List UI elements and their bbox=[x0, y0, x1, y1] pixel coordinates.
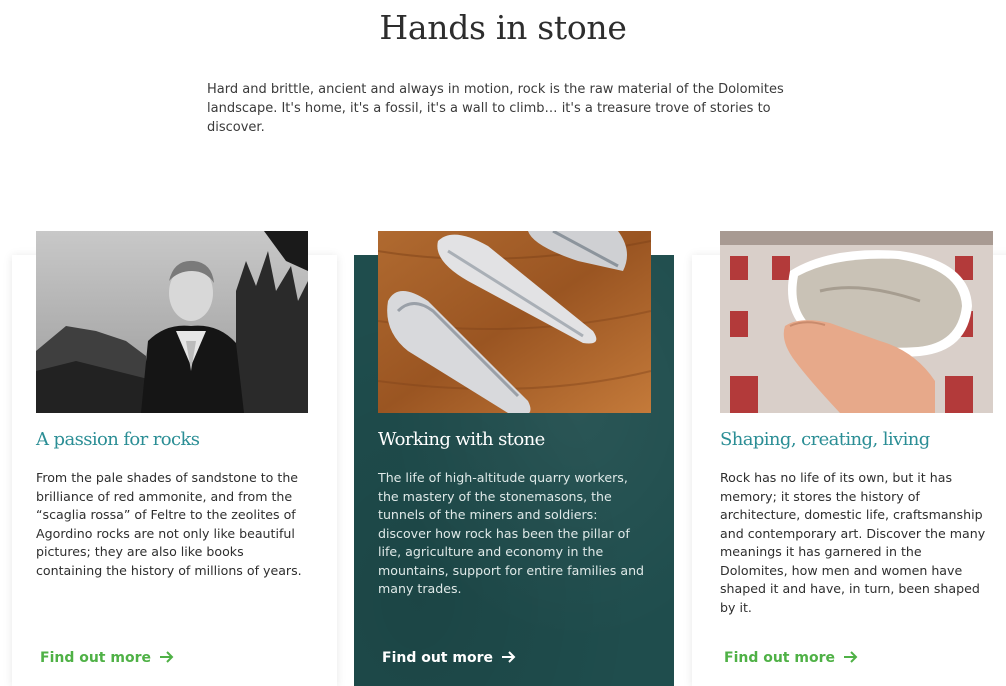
card-title-passion-for-rocks: A passion for rocks bbox=[36, 429, 200, 450]
card-title-shaping-creating-living: Shaping, creating, living bbox=[720, 429, 930, 450]
find-out-more-link-working-with-stone[interactable]: Find out more bbox=[382, 650, 516, 668]
card-image-stone-slabs bbox=[378, 231, 651, 413]
card-image-portrait-engraving bbox=[36, 231, 308, 413]
page-title: Hands in stone bbox=[379, 8, 627, 47]
find-out-more-link-shaping-creating-living[interactable]: Find out more bbox=[724, 650, 858, 668]
card-text-shaping-creating-living: Rock has no life of its own, but it has … bbox=[720, 470, 986, 615]
find-out-more-label: Find out more bbox=[40, 650, 151, 666]
page: Hands in stone Hard and brittle, ancient… bbox=[0, 0, 1006, 686]
arrow-right-icon bbox=[843, 650, 858, 668]
card-image-hand-holding-stone bbox=[720, 231, 993, 413]
card-text-working-with-stone: The life of high-altitude quarry workers… bbox=[378, 470, 645, 596]
card-title-working-with-stone: Working with stone bbox=[378, 429, 545, 450]
page-intro: Hard and brittle, ancient and always in … bbox=[207, 82, 784, 135]
arrow-right-icon bbox=[159, 650, 174, 668]
find-out-more-label: Find out more bbox=[382, 650, 493, 666]
find-out-more-link-passion-for-rocks[interactable]: Find out more bbox=[40, 650, 174, 668]
card-text-passion-for-rocks: From the pale shades of sandstone to the… bbox=[36, 470, 302, 578]
arrow-right-icon bbox=[501, 650, 516, 668]
find-out-more-label: Find out more bbox=[724, 650, 835, 666]
